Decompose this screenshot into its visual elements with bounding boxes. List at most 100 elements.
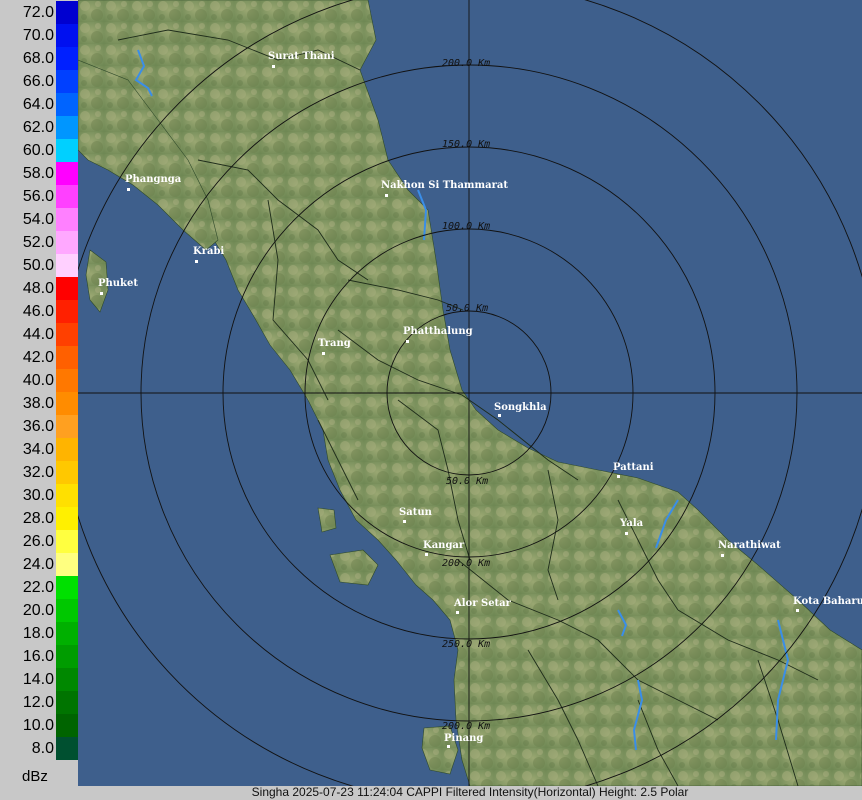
legend-row: 66.0 — [0, 70, 78, 93]
city-label: Phatthalung — [403, 326, 473, 337]
legend-value: 12.0 — [22, 694, 54, 711]
legend-swatch — [56, 668, 78, 691]
city-label: Yala — [619, 518, 644, 529]
legend-swatch — [56, 691, 78, 714]
legend-row: 72.0 — [0, 1, 78, 24]
city-label: Surat Thani — [268, 51, 335, 62]
legend-row: 14.0 — [0, 668, 78, 691]
legend-value: 36.0 — [22, 418, 54, 435]
legend-swatch — [56, 530, 78, 553]
legend-swatch — [56, 300, 78, 323]
legend-swatch — [56, 231, 78, 254]
legend-swatch — [56, 484, 78, 507]
legend-value: 20.0 — [22, 602, 54, 619]
range-label: 250.0 Km — [442, 639, 490, 650]
status-caption: Singha 2025-07-23 11:24:04 CAPPI Filtere… — [251, 785, 689, 799]
legend-swatch — [56, 415, 78, 438]
city-label: Phangnga — [125, 174, 182, 185]
legend-value: 60.0 — [22, 142, 54, 159]
legend-row: 44.0 — [0, 323, 78, 346]
legend-row: 56.0 — [0, 185, 78, 208]
legend-row: 62.0 — [0, 116, 78, 139]
legend-value: 32.0 — [22, 464, 54, 481]
city-label: Songkhla — [494, 402, 547, 413]
legend-value: 64.0 — [22, 96, 54, 113]
legend-swatch — [56, 599, 78, 622]
legend-value: 34.0 — [22, 441, 54, 458]
legend-row: 34.0 — [0, 438, 78, 461]
legend-row: 18.0 — [0, 622, 78, 645]
city-label: Phuket — [98, 278, 138, 289]
legend-swatch — [56, 323, 78, 346]
radar-map: 50.0 Km 100.0 Km 150.0 Km 200.0 Km 50.0 … — [58, 0, 862, 800]
legend-value: 18.0 — [22, 625, 54, 642]
legend-swatch — [56, 553, 78, 576]
legend-swatch — [56, 139, 78, 162]
legend-value: 50.0 — [22, 257, 54, 274]
legend-row: 32.0 — [0, 461, 78, 484]
legend-row: 48.0 — [0, 277, 78, 300]
legend-value: 40.0 — [22, 372, 54, 389]
legend-unit: dBz — [22, 768, 48, 785]
legend-row: 68.0 — [0, 47, 78, 70]
legend-swatch — [56, 208, 78, 231]
dbz-legend: 72.0 70.0 68.0 66.0 64.0 62.0 60.0 58.0 56.0 54.0… — [0, 0, 78, 800]
legend-swatch — [56, 47, 78, 70]
legend-swatch — [56, 369, 78, 392]
city-label: Satun — [399, 507, 433, 518]
legend-row: 60.0 — [0, 139, 78, 162]
legend-swatch — [56, 162, 78, 185]
legend-row: 46.0 — [0, 300, 78, 323]
legend-row: 28.0 — [0, 507, 78, 530]
range-label: 50.0 Km — [446, 476, 488, 487]
legend-swatch — [56, 576, 78, 599]
legend-value: 26.0 — [22, 533, 54, 550]
legend-value: 68.0 — [22, 50, 54, 67]
legend-swatch — [56, 1, 78, 24]
range-label: 200.0 Km — [442, 558, 490, 569]
legend-swatch — [56, 346, 78, 369]
legend-swatch — [56, 254, 78, 277]
legend-row: 54.0 — [0, 208, 78, 231]
legend-row: 52.0 — [0, 231, 78, 254]
range-label: 150.0 Km — [442, 139, 490, 150]
legend-swatch — [56, 461, 78, 484]
legend-value: 38.0 — [22, 395, 54, 412]
legend-value: 52.0 — [22, 234, 54, 251]
legend-row: 20.0 — [0, 599, 78, 622]
legend-swatch — [56, 24, 78, 47]
legend-swatch — [56, 185, 78, 208]
legend-swatch — [56, 714, 78, 737]
legend-value: 44.0 — [22, 326, 54, 343]
legend-value: 30.0 — [22, 487, 54, 504]
legend-row: 22.0 — [0, 576, 78, 599]
legend-row: 8.0 — [0, 737, 78, 760]
legend-value: 72.0 — [22, 4, 54, 21]
range-label: 200.0 Km — [442, 58, 490, 69]
legend-value: 14.0 — [22, 671, 54, 688]
legend-value: 28.0 — [22, 510, 54, 527]
legend-swatch — [56, 507, 78, 530]
legend-row: 38.0 — [0, 392, 78, 415]
legend-value: 16.0 — [22, 648, 54, 665]
city-label: Kota Baharu — [793, 596, 862, 607]
legend-value: 10.0 — [22, 717, 54, 734]
legend-swatch — [56, 70, 78, 93]
legend-value: 70.0 — [22, 27, 54, 44]
range-label: 200.0 Km — [442, 721, 490, 732]
legend-swatch — [56, 277, 78, 300]
legend-row: 16.0 — [0, 645, 78, 668]
legend-value: 8.0 — [31, 740, 54, 757]
legend-swatch — [56, 93, 78, 116]
legend-swatch — [56, 116, 78, 139]
city-label: Narathiwat — [718, 540, 781, 551]
legend-row: 64.0 — [0, 93, 78, 116]
city-label: Nakhon Si Thammarat — [381, 180, 508, 191]
city-label: Kangar — [423, 540, 465, 551]
legend-swatch — [56, 645, 78, 668]
legend-row: 40.0 — [0, 369, 78, 392]
legend-row: 42.0 — [0, 346, 78, 369]
city-label: Trang — [318, 338, 351, 349]
legend-swatch — [56, 392, 78, 415]
legend-row: 12.0 — [0, 691, 78, 714]
